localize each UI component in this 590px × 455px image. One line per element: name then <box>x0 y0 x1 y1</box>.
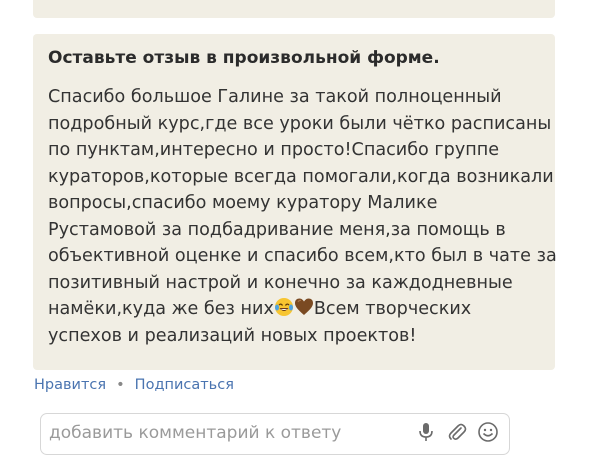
review-line: Рустамовой за подбадривание меня,за помо… <box>48 219 506 240</box>
previous-answer-card <box>33 0 555 18</box>
review-line: успехов и реализаций новых проектов! <box>48 325 417 346</box>
smiley-icon[interactable] <box>477 421 499 443</box>
review-line-part: намёки,куда же без них <box>48 299 274 319</box>
subscribe-link[interactable]: Подписаться <box>135 377 234 393</box>
laughing-tears-emoji <box>274 298 293 316</box>
separator-dot: • <box>116 377 125 393</box>
like-link[interactable]: Нравится <box>34 377 106 393</box>
answer-actions: Нравится • Подписаться <box>34 377 234 397</box>
mic-icon[interactable] <box>415 421 437 443</box>
question-title: Оставьте отзыв в произвольной форме. <box>48 48 440 68</box>
review-line: Спасибо большое Галине за такой полноцен… <box>48 87 502 107</box>
review-text: Спасибо большое Галине за такой полноцен… <box>48 84 557 349</box>
comment-input[interactable] <box>49 422 399 444</box>
review-line: по пунктам,интересно и просто!Спасибо гр… <box>48 140 500 160</box>
review-line: вопросы,спасибо моему куратору Малике <box>48 193 438 213</box>
comment-box <box>40 413 510 455</box>
brown-heart-emoji <box>294 298 313 315</box>
review-card: Оставьте отзыв в произвольной форме. Спа… <box>33 34 557 370</box>
review-line: намёки,куда же без них Всем творческих <box>48 296 553 323</box>
review-line: объективной оценке и спасибо всем,кто бы… <box>48 246 557 266</box>
review-line: кураторов,которые всегда помогали,когда … <box>48 166 554 187</box>
review-line: позитивный настрой и конечно за каждодне… <box>48 272 513 293</box>
review-line-part: Всем творческих <box>313 299 472 319</box>
paperclip-icon[interactable] <box>446 421 468 443</box>
review-line: подробный курс,где все уроки были чётко … <box>48 113 552 134</box>
